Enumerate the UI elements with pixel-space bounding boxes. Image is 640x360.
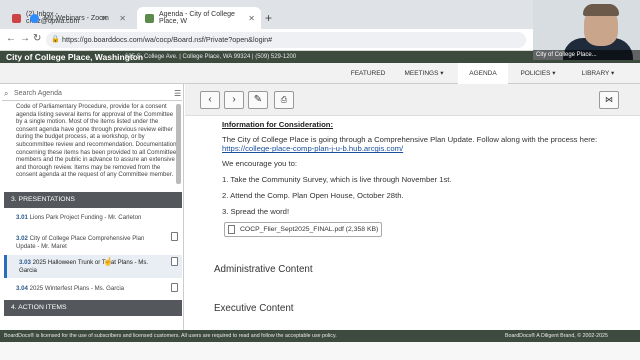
agenda-item-3-04[interactable]: 3.04 2025 Winterfest Plans - Ms. Garcia [16, 285, 164, 293]
item-number: 3.01 [16, 214, 28, 221]
attachment-label: COCP_Flier_Sept2025_FINAL.pdf (2,358 KB) [240, 226, 379, 233]
browser-tab[interactable]: My Webinars - Zoom ✕ [22, 7, 132, 29]
item-number: 3.03 [19, 259, 31, 266]
comp-plan-link[interactable]: https://college-place-comp-plan-j-u-b.hu… [222, 144, 403, 153]
item-title: Lions Park Project Funding - Mr. Carleto… [29, 214, 142, 221]
edit-icon[interactable]: ✎ [248, 91, 268, 109]
administrative-content-heading: Administrative Content [214, 264, 313, 275]
footer-license-text: BoardDocs® is licensed for the use of su… [4, 333, 337, 339]
nav-agenda[interactable]: AGENDA [458, 63, 508, 84]
search-icon: ⌕ [4, 89, 9, 98]
item-title: 2025 Winterfest Plans - Ms. Garcia [29, 285, 125, 292]
browser-tab-active[interactable]: Agenda - City of College Place, W ✕ [137, 7, 261, 29]
consent-agenda-text: Code of Parliamentary Procedure, provide… [16, 103, 177, 179]
nav-policies[interactable]: POLICIES ▾ [510, 63, 566, 84]
section-presentations[interactable]: 3. PRESENTATIONS [4, 192, 182, 208]
lock-icon: 🔒 [51, 36, 60, 43]
url-text: https://go.boarddocs.com/wa/cocp/Board.n… [62, 35, 273, 44]
section-action-items[interactable]: 4. ACTION ITEMS [4, 300, 182, 316]
previous-item-button[interactable]: ‹ [200, 91, 220, 109]
pdf-icon [228, 225, 235, 234]
comp-plan-text: The City of College Place is going throu… [222, 135, 598, 145]
print-icon[interactable]: ⎙ [274, 91, 294, 109]
mail-icon [12, 13, 21, 23]
close-icon[interactable]: ✕ [119, 14, 126, 23]
next-item-button[interactable]: › [224, 91, 244, 109]
search-placeholder: Search Agenda [14, 90, 62, 97]
address-bar[interactable]: 🔒 https://go.boarddocs.com/wa/cocp/Board… [46, 32, 526, 48]
hamburger-menu-icon[interactable]: ☰ [174, 89, 181, 98]
attachment-icon [171, 232, 178, 241]
new-tab-icon[interactable]: + [265, 11, 272, 25]
back-icon[interactable]: ← [6, 33, 16, 44]
agenda-item-3-01[interactable]: 3.01 Lions Park Project Funding - Mr. Ca… [16, 214, 164, 222]
tab-label: My Webinars - Zoom [44, 14, 109, 22]
comp-plan-paragraph: The City of College Place is going throu… [222, 135, 622, 153]
share-icon[interactable]: ⋈ [599, 91, 619, 109]
webcam-label: City of College Place... [533, 50, 640, 60]
executive-content-heading: Executive Content [214, 303, 294, 314]
agenda-item-3-03-selected[interactable]: 3.03 2025 Halloween Trunk or Treat Plans… [4, 255, 182, 279]
action-toolbar: ‹ › ✎ ⎙ ⋈ [185, 84, 640, 116]
item-title: City of College Place Comprehensive Plan… [16, 235, 145, 250]
item-number: 3.04 [16, 285, 28, 292]
site-footer: BoardDocs® is licensed for the use of su… [0, 330, 640, 342]
footer-copyright: BoardDocs® A Diligent Brand, © 2002-2025 [505, 333, 608, 339]
boarddocs-icon [145, 13, 154, 23]
nav-library[interactable]: LIBRARY ▾ [572, 63, 624, 84]
zoom-icon [30, 13, 39, 23]
reload-icon[interactable]: ↻ [33, 33, 41, 44]
agenda-item-detail: ‹ › ✎ ⎙ ⋈ Information for Consideration:… [185, 84, 640, 330]
search-agenda-input[interactable]: ⌕ Search Agenda [2, 87, 182, 101]
item-content: Information for Consideration: The City … [222, 120, 622, 216]
info-heading: Information for Consideration: [222, 120, 334, 129]
nav-meetings[interactable]: MEETINGS ▾ [394, 63, 454, 84]
list-item: 2. Attend the Comp. Plan Open House, Oct… [222, 191, 404, 201]
forward-icon[interactable]: → [20, 33, 30, 44]
tab-label: Agenda - City of College Place, W [159, 11, 235, 25]
agenda-item-3-02[interactable]: 3.02 City of College Place Comprehensive… [16, 235, 164, 250]
encourage-text: We encourage you to: [222, 158, 298, 168]
item-number: 3.02 [16, 235, 28, 242]
close-icon[interactable]: ✕ [248, 14, 255, 23]
list-item: 3. Spread the word! [222, 207, 290, 217]
scrollbar[interactable] [176, 104, 181, 184]
site-title: City of College Place, Washington [6, 52, 144, 62]
bottom-strip [0, 342, 640, 360]
attachment-icon [171, 257, 178, 266]
main-nav: FEATURED MEETINGS ▾ AGENDA POLICIES ▾ LI… [0, 63, 640, 84]
attachment-icon [171, 283, 178, 292]
attachment-button[interactable]: COCP_Flier_Sept2025_FINAL.pdf (2,358 KB) [224, 222, 382, 237]
site-address: 625 S. College Ave. | College Place, WA … [125, 54, 297, 60]
webcam-video: City of College Place... [533, 0, 640, 60]
item-title: 2025 Halloween Trunk or Treat Plans - Ms… [19, 259, 149, 274]
nav-featured[interactable]: FEATURED [342, 63, 394, 84]
list-item: 1. Take the Community Survey, which is l… [222, 174, 452, 184]
agenda-panel: ⌕ Search Agenda ☰ Code of Parliamentary … [0, 84, 184, 330]
webcam-person-hair [583, 4, 619, 16]
mouse-cursor-icon: ☝ [103, 257, 113, 266]
